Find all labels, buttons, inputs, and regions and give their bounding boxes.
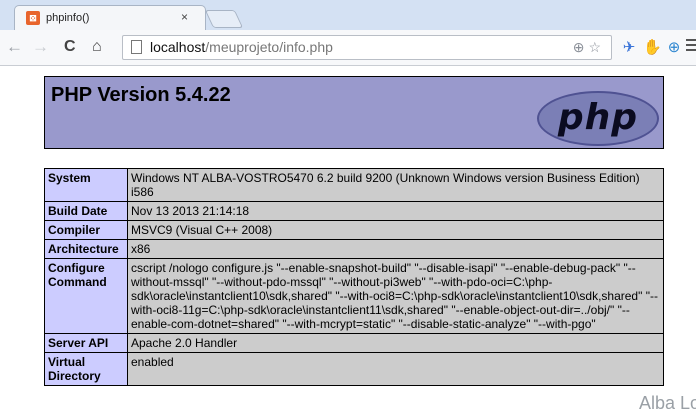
omnibox-icons: ⊕☆ [573, 39, 605, 56]
row-key: Architecture [44, 239, 128, 259]
row-key: System [44, 168, 128, 202]
menu-icon[interactable] [686, 39, 696, 55]
extension-icon-1[interactable]: ✈ [620, 39, 638, 57]
table-row: Configure Command cscript /nologo configu… [44, 258, 664, 334]
row-value: x86 [127, 239, 664, 259]
php-version-title: PHP Version 5.4.22 [51, 84, 231, 106]
row-key: Configure Command [44, 258, 128, 334]
tab-title: phpinfo() [46, 12, 90, 24]
table-row: Server API Apache 2.0 Handler [44, 333, 664, 353]
row-value: MSVC9 (Visual C++ 2008) [127, 220, 664, 240]
url-path: /meuprojeto/info.php [205, 39, 333, 55]
tab-strip: ⊠ phpinfo() × [0, 0, 696, 31]
browser-toolbar: ← → C ⌂ localhost/meuprojeto/info.php ⊕☆… [0, 30, 696, 66]
tab-phpinfo[interactable]: ⊠ phpinfo() × [14, 5, 206, 31]
bookmark-star-icon[interactable]: ☆ [588, 39, 605, 55]
row-key: Compiler [44, 220, 128, 240]
row-value: Apache 2.0 Handler [127, 333, 664, 353]
php-logo-text: php [557, 97, 639, 138]
row-value: enabled [127, 352, 664, 386]
row-key: Server API [44, 333, 128, 353]
table-row: Build Date Nov 13 2013 21:14:18 [44, 201, 664, 221]
reload-button[interactable]: C [64, 37, 76, 57]
info-table: System Windows NT ALBA-VOSTRO5470 6.2 bui… [44, 168, 664, 386]
table-row: Virtual Directory enabled [44, 352, 664, 386]
php-logo: php [537, 91, 659, 146]
row-key: Build Date [44, 201, 128, 221]
close-icon[interactable]: × [181, 10, 188, 24]
php-header: PHP Version 5.4.22 php [44, 76, 664, 149]
page-content: PHP Version 5.4.22 php System Windows NT … [0, 66, 696, 413]
watermark: Alba Lo [638, 393, 696, 413]
row-key: Virtual Directory [44, 352, 128, 386]
forward-button[interactable]: → [32, 37, 49, 57]
page-icon [131, 40, 142, 54]
row-value: cscript /nologo configure.js "--enable-s… [127, 258, 664, 334]
table-row: Compiler MSVC9 (Visual C++ 2008) [44, 220, 664, 240]
row-value: Nov 13 2013 21:14:18 [127, 201, 664, 221]
home-button[interactable]: ⌂ [92, 37, 102, 57]
address-bar[interactable]: localhost/meuprojeto/info.php ⊕☆ [122, 35, 612, 60]
zoom-icon[interactable]: ⊕ [573, 39, 589, 55]
new-tab-button[interactable] [204, 10, 244, 28]
table-row: Architecture x86 [44, 239, 664, 259]
back-button[interactable]: ← [6, 37, 23, 57]
table-row: System Windows NT ALBA-VOSTRO5470 6.2 bui… [44, 168, 664, 202]
php-favicon-icon: ⊠ [26, 11, 40, 25]
row-value: Windows NT ALBA-VOSTRO5470 6.2 build 920… [127, 168, 664, 202]
url-host: localhost [150, 39, 206, 55]
extension-icon-3[interactable]: ⊕ [665, 39, 683, 57]
extension-icon-2[interactable]: ✋ [643, 39, 662, 57]
url-text[interactable]: localhost/meuprojeto/info.php [150, 39, 333, 55]
